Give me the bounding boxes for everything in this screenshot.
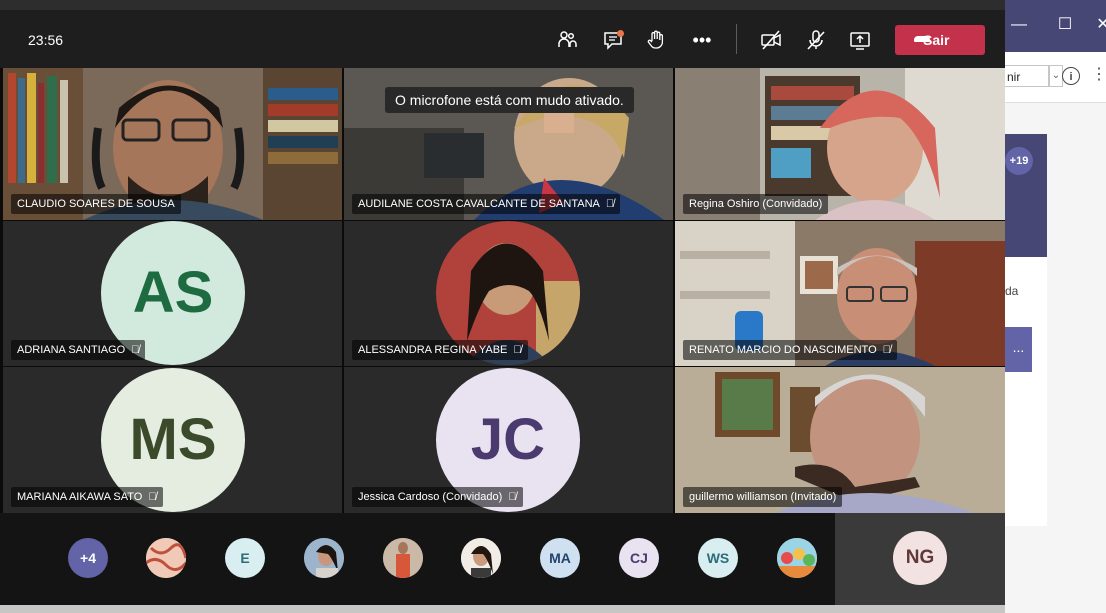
- participant-name: ALESSANDRA REGINA YABE: [358, 344, 508, 356]
- more-participants-button[interactable]: +4: [68, 538, 108, 578]
- self-preview-tile[interactable]: NG: [835, 513, 1005, 605]
- meeting-timer: 23:56: [28, 32, 64, 48]
- participant-name: CLAUDIO SOARES DE SOUSA: [17, 198, 175, 210]
- participant-name: MARIANA AIKAWA SATO: [17, 491, 143, 503]
- participant-name: RENATO MARCIO DO NASCIMENTO: [689, 344, 877, 356]
- avatar-tile[interactable]: MS MARIANA AIKAWA SATO 🎙̸: [3, 367, 342, 513]
- video-tile[interactable]: guillermo williamson (Invitado): [675, 367, 1005, 513]
- participant-name-label: MARIANA AIKAWA SATO 🎙̸: [11, 487, 163, 507]
- raise-hand-icon[interactable]: [645, 29, 667, 51]
- participant-name-label: RENATO MARCIO DO NASCIMENTO 🎙̸: [683, 340, 897, 360]
- meeting-window: 23:56 ••• Sair CLAUDIO SOARES DE SOUSA A…: [0, 0, 1005, 605]
- background-toolbar: nir ⌄ i ⋮: [1005, 52, 1106, 103]
- participant-name: ADRIANA SANTIAGO: [17, 344, 126, 356]
- participants-icon[interactable]: [556, 29, 578, 51]
- window-edge: [0, 0, 1005, 10]
- maximize-icon[interactable]: ☐: [1055, 15, 1075, 35]
- participant-strip: +4 E MA CJ WS NG: [0, 513, 1005, 605]
- participant-name-label: CLAUDIO SOARES DE SOUSA: [11, 194, 181, 214]
- participant-name-label: ALESSANDRA REGINA YABE 🎙̸: [352, 340, 528, 360]
- participant-name-label: ADRIANA SANTIAGO 🎙̸: [11, 340, 146, 360]
- background-card: da ...: [1005, 134, 1047, 526]
- more-actions-icon[interactable]: •••: [691, 29, 713, 51]
- mic-off-icon: 🎙̸: [508, 491, 517, 503]
- info-icon[interactable]: i: [1062, 67, 1080, 85]
- chat-notification-dot: [617, 30, 624, 37]
- participant-name: guillermo williamson (Invitado): [689, 491, 837, 503]
- video-tile[interactable]: CLAUDIO SOARES DE SOUSA: [3, 68, 342, 220]
- card-text: da: [1005, 284, 1019, 298]
- participant-avatar[interactable]: CJ: [619, 538, 659, 578]
- self-avatar: NG: [893, 531, 947, 585]
- mic-off-icon: 🎙̸: [605, 198, 615, 210]
- avatar-tile[interactable]: JC Jessica Cardoso (Convidado) 🎙̸: [344, 367, 673, 513]
- avatar-tile[interactable]: ALESSANDRA REGINA YABE 🎙̸: [344, 221, 673, 366]
- participant-name: AUDILANE COSTA CAVALCANTE DE SANTANA: [358, 198, 600, 210]
- background-titlebar: — ☐ ✕: [1005, 0, 1106, 52]
- participant-avatar[interactable]: WS: [698, 538, 738, 578]
- participant-name-label: AUDILANE COSTA CAVALCANTE DE SANTANA 🎙̸: [352, 194, 621, 214]
- more-icon[interactable]: ⋮: [1091, 64, 1106, 84]
- participant-avatar[interactable]: [383, 538, 423, 578]
- mute-notification-toast: O microfone está com mudo ativado.: [385, 87, 634, 113]
- join-button[interactable]: nir: [1005, 65, 1049, 87]
- camera-off-icon[interactable]: [760, 29, 782, 51]
- toolbar-divider: [736, 24, 737, 54]
- participant-name-label: guillermo williamson (Invitado): [683, 487, 843, 507]
- participant-count-badge: +19: [1005, 147, 1033, 175]
- mic-off-icon: 🎙̸: [882, 344, 891, 356]
- participant-avatar[interactable]: [146, 538, 186, 578]
- participant-avatar[interactable]: [304, 538, 344, 578]
- minimize-icon[interactable]: —: [1009, 15, 1029, 35]
- mic-off-icon: 🎙̸: [131, 344, 140, 356]
- mic-off-icon: 🎙̸: [513, 344, 522, 356]
- participant-avatar[interactable]: MA: [540, 538, 580, 578]
- participant-avatar[interactable]: [777, 538, 817, 578]
- participant-name: Jessica Cardoso (Convidado): [358, 491, 503, 503]
- participant-name: Regina Oshiro (Convidado): [689, 198, 823, 210]
- video-tile[interactable]: RENATO MARCIO DO NASCIMENTO 🎙̸: [675, 221, 1005, 366]
- avatar-tile[interactable]: AS ADRIANA SANTIAGO 🎙̸: [3, 221, 342, 366]
- mic-off-icon[interactable]: [805, 29, 827, 51]
- leave-phone-icon: [914, 36, 930, 42]
- close-icon[interactable]: ✕: [1093, 15, 1106, 35]
- meeting-toolbar: 23:56 ••• Sair: [0, 10, 1005, 68]
- mic-off-icon: 🎙̸: [148, 491, 157, 503]
- card-button[interactable]: ...: [1005, 327, 1032, 372]
- participant-avatar[interactable]: [461, 538, 501, 578]
- participant-name-label: Regina Oshiro (Convidado): [683, 194, 829, 214]
- video-tile[interactable]: Regina Oshiro (Convidado): [675, 68, 1005, 220]
- chevron-down-icon[interactable]: ⌄: [1049, 65, 1063, 87]
- window-bottom-edge: [0, 605, 1005, 613]
- leave-button[interactable]: Sair: [895, 25, 985, 55]
- participant-avatar[interactable]: E: [225, 538, 265, 578]
- share-screen-icon[interactable]: [849, 29, 871, 51]
- participant-name-label: Jessica Cardoso (Convidado) 🎙̸: [352, 487, 523, 507]
- background-window: — ☐ ✕ nir ⌄ i ⋮ da ... +19: [1005, 0, 1106, 613]
